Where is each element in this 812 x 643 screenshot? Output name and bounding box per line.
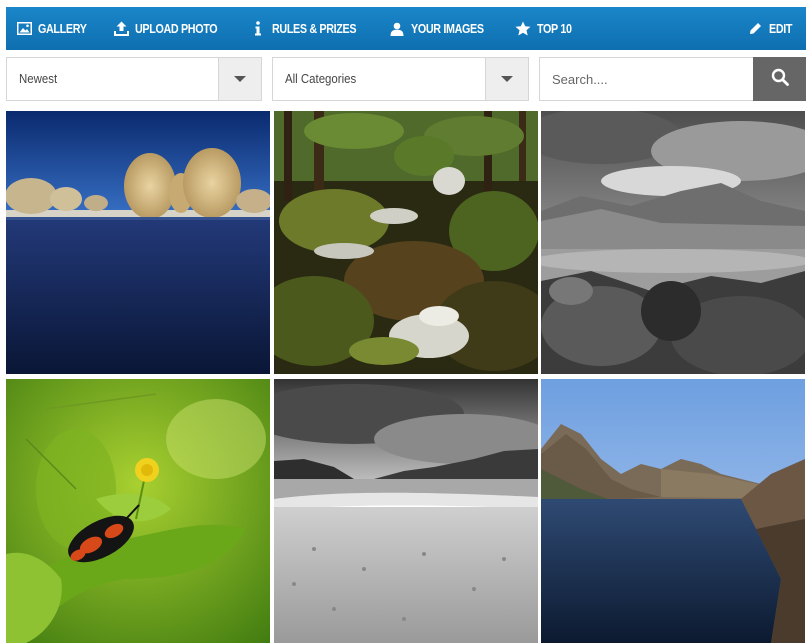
- sort-select-toggle[interactable]: [218, 58, 261, 100]
- edit-button[interactable]: Edit: [747, 7, 796, 50]
- nav-item-top-10[interactable]: Top 10: [515, 7, 577, 50]
- nav-item-label: Top 10: [536, 21, 572, 36]
- nav-item-gallery[interactable]: Gallery: [16, 7, 94, 50]
- sort-select[interactable]: Newest: [6, 57, 262, 101]
- user-icon: [389, 21, 405, 37]
- search-button[interactable]: [753, 57, 806, 101]
- search-input[interactable]: [540, 58, 754, 100]
- nav-item-label: Your Images: [411, 21, 484, 36]
- image-icon: [16, 21, 32, 37]
- search-box: [539, 57, 806, 101]
- nav-item-rules-prizes[interactable]: Rules & Prizes: [250, 7, 370, 50]
- nav-item-label: Rules & Prizes: [272, 21, 357, 36]
- chevron-down-icon: [234, 76, 246, 82]
- nav-item-label: Gallery: [38, 21, 87, 36]
- photo-bw-beach: [274, 379, 538, 643]
- nav-item-label: Upload Photo: [135, 21, 218, 36]
- category-select-value: All Categories: [285, 71, 357, 86]
- gallery-photo[interactable]: [274, 379, 538, 643]
- photo-bw-mountains: [541, 111, 805, 374]
- photo-mountain-lake: [541, 379, 805, 643]
- sort-select-value: Newest: [19, 71, 58, 86]
- edit-label: Edit: [769, 21, 793, 36]
- photo-forest-stream: [274, 111, 538, 374]
- gallery-photo[interactable]: [6, 111, 270, 374]
- top-navigation-bar: Gallery Upload Photo Rules & Prizes Your…: [6, 7, 806, 50]
- gallery-photo[interactable]: [6, 379, 270, 643]
- star-icon: [515, 21, 531, 37]
- nav-item-upload-photo[interactable]: Upload Photo: [113, 7, 231, 50]
- chevron-down-icon: [501, 76, 513, 82]
- pencil-icon: [747, 21, 763, 37]
- nav-item-your-images[interactable]: Your Images: [389, 7, 496, 50]
- category-select[interactable]: All Categories: [272, 57, 529, 101]
- info-icon: [250, 21, 266, 37]
- upload-icon: [113, 21, 129, 37]
- category-select-toggle[interactable]: [485, 58, 528, 100]
- search-icon: [771, 68, 789, 91]
- gallery-photo[interactable]: [541, 111, 805, 374]
- photo-frosted-trees: [6, 111, 270, 374]
- gallery-photo[interactable]: [541, 379, 805, 643]
- gallery-photo[interactable]: [274, 111, 538, 374]
- photo-bug-on-leaf: [6, 379, 270, 643]
